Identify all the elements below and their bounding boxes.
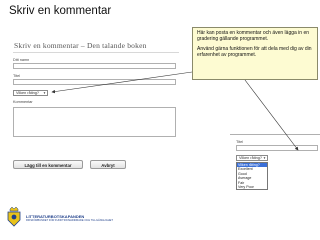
arrow-to-zoom: [244, 79, 299, 151]
pointer-arrows: [51, 71, 299, 151]
org-subtitle: RIKSFÖRBUNDET FÖR FUNKTIONSHINDRADE OCH …: [26, 219, 113, 222]
logo-icon: [6, 206, 22, 228]
arrow-to-rating: [51, 71, 193, 94]
